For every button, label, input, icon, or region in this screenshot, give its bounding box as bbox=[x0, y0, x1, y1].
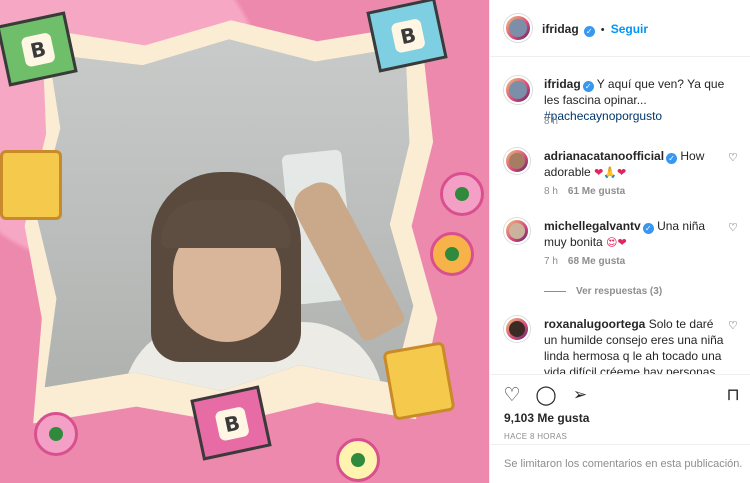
comment-like-heart-icon[interactable]: ♡ bbox=[728, 152, 740, 164]
comment-username[interactable]: roxanalugoortega bbox=[544, 317, 645, 331]
caption-username[interactable]: ifridag bbox=[544, 77, 581, 91]
comment-username[interactable]: adrianacatanoofficial bbox=[544, 149, 664, 163]
child-photo bbox=[36, 39, 414, 391]
comment-item: adrianacatanoofficial ✓ How adorable ❤🙏❤ … bbox=[504, 148, 740, 198]
post-photo[interactable]: B B B bbox=[0, 0, 489, 483]
instagram-post-modal: B B B ifridag ✓ • Seguir ifridag ✓ Y aqu… bbox=[0, 0, 750, 483]
author-avatar[interactable] bbox=[504, 76, 532, 104]
comment-item: roxanalugoortega Solo te daré un humilde… bbox=[504, 316, 740, 374]
flower-decoration bbox=[430, 232, 474, 276]
view-replies-button[interactable]: Ver respuestas (3) bbox=[544, 286, 662, 297]
post-actions: ♡ ◯ ➢ ⊓ 9,103 Me gusta HACE 8 HORAS bbox=[490, 374, 750, 444]
commenter-avatar[interactable] bbox=[504, 218, 530, 244]
share-icon[interactable]: ➢ bbox=[568, 383, 592, 407]
author-username[interactable]: ifridag bbox=[542, 22, 579, 36]
verified-badge-icon: ✓ bbox=[582, 81, 594, 92]
comment-likes[interactable]: 68 Me gusta bbox=[568, 256, 625, 267]
follow-button[interactable]: Seguir bbox=[611, 22, 648, 36]
comment-username[interactable]: michellegalvantv bbox=[544, 219, 641, 233]
heart-icon[interactable]: ♡ bbox=[500, 383, 524, 407]
likes-count[interactable]: 9,103 Me gusta bbox=[504, 411, 589, 425]
flower-decoration bbox=[336, 438, 380, 482]
comment-like-heart-icon[interactable]: ♡ bbox=[728, 222, 740, 234]
posted-time: HACE 8 HORAS bbox=[504, 432, 568, 441]
comment-like-heart-icon[interactable]: ♡ bbox=[728, 320, 740, 332]
commenter-avatar[interactable] bbox=[504, 316, 530, 342]
post-side-panel: ifridag ✓ • Seguir ifridag ✓ Y aquí que v… bbox=[489, 0, 750, 483]
cake-decoration bbox=[382, 341, 456, 421]
comment-time: 8 h bbox=[544, 186, 558, 197]
cake-decoration bbox=[0, 150, 62, 220]
comment-time: 7 h bbox=[544, 256, 558, 267]
commenter-avatar[interactable] bbox=[504, 148, 530, 174]
verified-badge-icon: ✓ bbox=[583, 26, 595, 37]
hashtag-link[interactable]: #pachecaynoporgusto bbox=[544, 109, 662, 123]
comment-likes[interactable]: 61 Me gusta bbox=[568, 186, 625, 197]
flower-decoration bbox=[34, 412, 78, 456]
caption: ifridag ✓ Y aquí que ven? Ya que les fasc… bbox=[504, 76, 740, 136]
flower-decoration bbox=[440, 172, 484, 216]
comments-list[interactable]: ifridag ✓ Y aquí que ven? Ya que les fasc… bbox=[490, 58, 750, 374]
caption-time: 8 h bbox=[544, 116, 558, 127]
comment-item: michellegalvantv ✓ Una niña muy bonita 😍❤… bbox=[504, 218, 740, 268]
verified-badge-icon: ✓ bbox=[642, 223, 654, 234]
comment-icon[interactable]: ◯ bbox=[534, 383, 558, 407]
comment-emoji: 😍❤ bbox=[606, 236, 627, 249]
comment-emoji: ❤🙏❤ bbox=[594, 166, 627, 179]
child-bangs bbox=[161, 200, 291, 248]
bookmark-icon[interactable]: ⊓ bbox=[721, 383, 745, 407]
post-header: ifridag ✓ • Seguir bbox=[490, 0, 750, 57]
comments-limited-notice: Se limitaron los comentarios en esta pub… bbox=[490, 444, 750, 483]
verified-badge-icon: ✓ bbox=[666, 153, 678, 164]
author-avatar[interactable] bbox=[504, 14, 532, 42]
